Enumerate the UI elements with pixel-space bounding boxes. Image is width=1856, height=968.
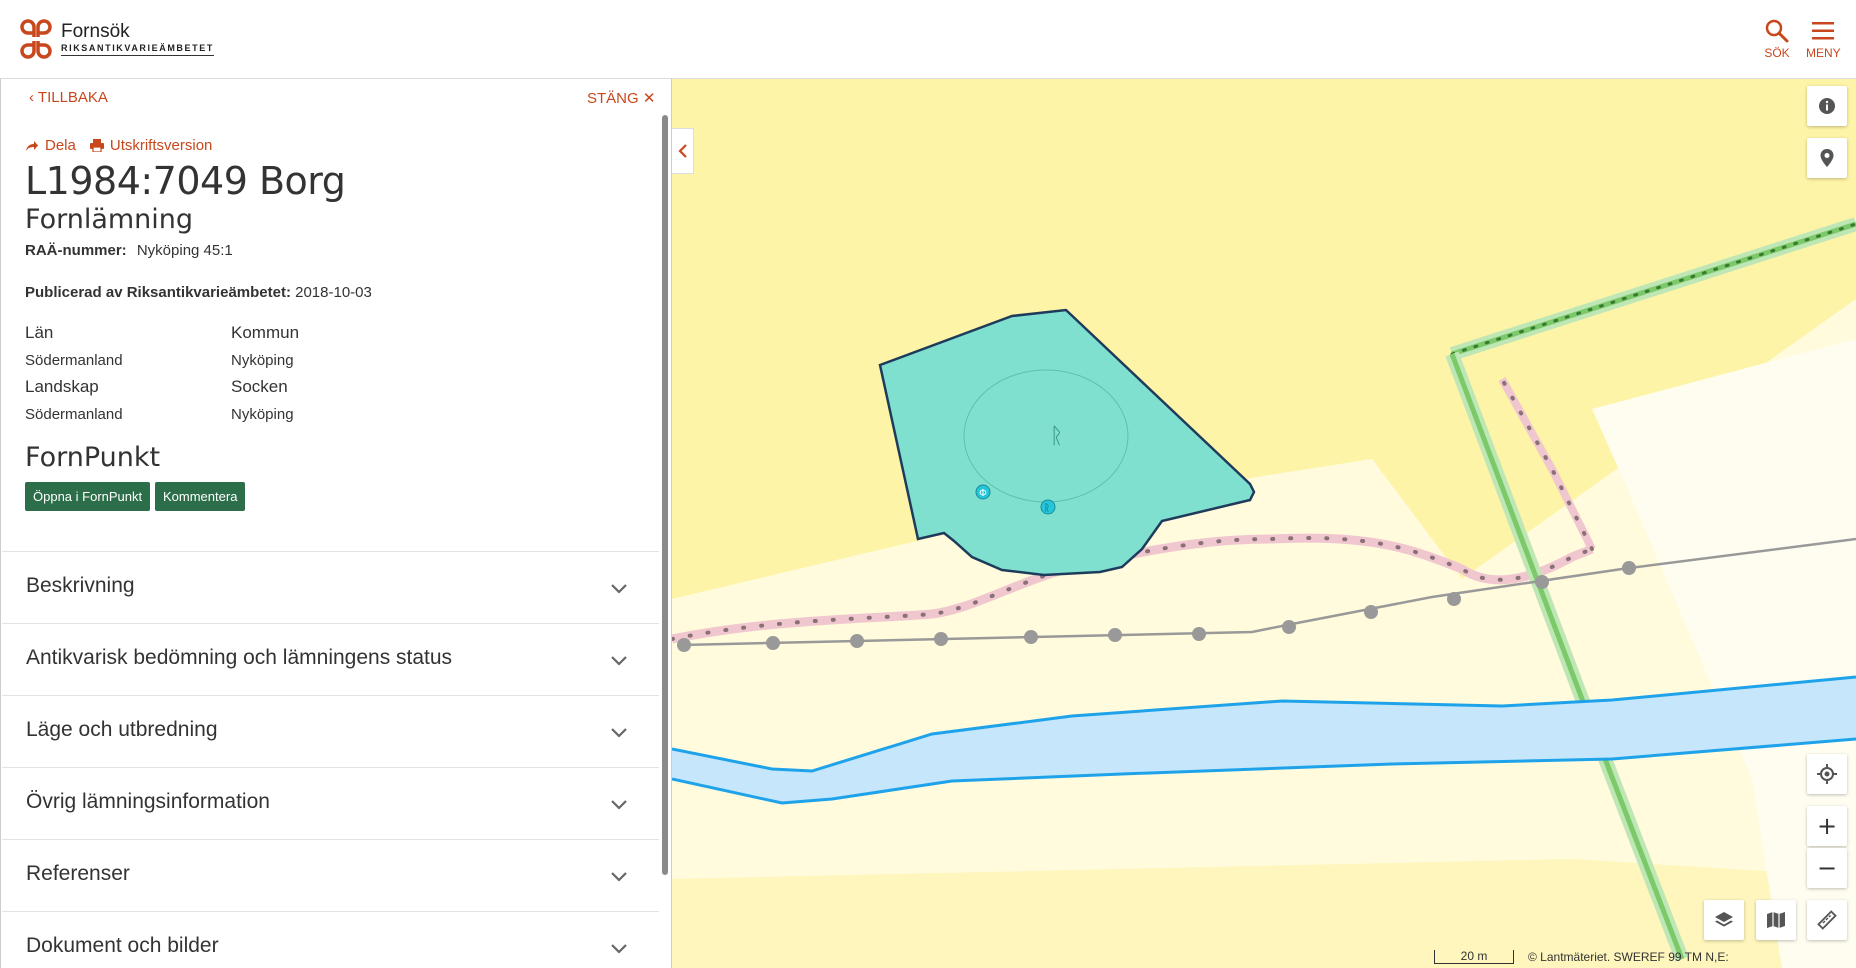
detail-panel: ‹ TILLBAKA STÄNG ✕ Dela Utskriftsversion… [0, 79, 672, 968]
raa-label: RAÄ-nummer: [25, 242, 127, 259]
printer-icon [89, 139, 104, 152]
zoom-in-button[interactable]: + [1807, 806, 1847, 846]
location-pin-icon [1820, 149, 1834, 167]
accordion-antikvarisk[interactable]: Antikvarisk bedömning och lämningens sta… [2, 623, 659, 695]
share-label: Dela [45, 137, 76, 154]
published-value: 2018-10-03 [295, 284, 372, 301]
zoom-out-icon: − [1816, 854, 1838, 882]
published-info: Publicerad av Riksantikvarieämbetet: 201… [25, 284, 372, 301]
map-attribution: © Lantmäteriet. SWEREF 99 TM N,E: [1528, 950, 1729, 964]
print-link[interactable]: Utskriftsversion [89, 137, 213, 154]
point-marker-symbol: Φ [979, 488, 987, 499]
logo-subtitle: RIKSANTIKVARIEÄMBETET [61, 43, 214, 56]
chevron-left-icon [677, 144, 687, 158]
lan-value: Södermanland [25, 352, 123, 369]
accordion-dokument[interactable]: Dokument och bilder [2, 911, 659, 968]
search-button[interactable]: SÖK [1764, 18, 1790, 60]
chevron-left-icon: ‹ [29, 89, 34, 106]
search-icon [1765, 19, 1789, 43]
measure-button[interactable] [1807, 900, 1847, 940]
accordion-beskrivning[interactable]: Beskrivning [2, 551, 659, 623]
crosshair-icon [1817, 764, 1837, 784]
fornsok-logo-icon [20, 19, 52, 59]
map-icon [1767, 912, 1785, 928]
accordion-ovrig[interactable]: Övrig lämningsinformation [2, 767, 659, 839]
accordion-label: Dokument och bilder [26, 934, 219, 957]
accordion-referenser[interactable]: Referenser [2, 839, 659, 911]
fornpunkt-heading: FornPunkt [25, 442, 161, 473]
raa-number: RAÄ-nummer: Nyköping 45:1 [25, 242, 233, 259]
chevron-down-icon [611, 800, 627, 810]
page-subtitle: Fornlämning [25, 204, 194, 235]
map-canvas[interactable]: ᚱ Φ ᚱ [672, 79, 1856, 968]
logo-title: Fornsök [61, 21, 130, 42]
hamburger-icon [1812, 22, 1835, 40]
kommun-label: Kommun [231, 323, 300, 342]
accordion-label: Övrig lämningsinformation [26, 790, 270, 813]
chevron-down-icon [611, 944, 627, 954]
layers-button[interactable] [1704, 900, 1744, 940]
chevron-down-icon [611, 584, 627, 594]
kommun-value: Nyköping [231, 352, 294, 369]
socken-label: Socken [231, 377, 288, 396]
lan-label: Län [25, 323, 54, 342]
back-link[interactable]: ‹ TILLBAKA [29, 89, 108, 106]
page-title: L1984:7049 Borg [25, 159, 346, 203]
menu-button[interactable]: MENY [1806, 18, 1841, 60]
ruler-icon [1817, 910, 1837, 930]
socken-value: Nyköping [231, 406, 294, 423]
my-location-button[interactable] [1807, 754, 1847, 794]
panel-scrollbar[interactable] [662, 115, 668, 875]
fornsok-logo[interactable]: Fornsök RIKSANTIKVARIEÄMBETET [15, 18, 214, 60]
chevron-down-icon [611, 728, 627, 738]
share-icon [26, 140, 38, 151]
basemap-button[interactable] [1756, 900, 1796, 940]
published-label: Publicerad av Riksantikvarieämbetet: [25, 284, 291, 301]
raa-value: Nyköping 45:1 [136, 242, 233, 259]
point-marker-symbol: ᚱ [1044, 503, 1050, 514]
location-pin-button[interactable] [1807, 138, 1847, 178]
info-icon [1819, 98, 1835, 114]
chevron-down-icon [611, 872, 627, 882]
accordion-label: Referenser [26, 862, 130, 885]
share-link[interactable]: Dela [25, 137, 76, 154]
map-drawing: ᚱ Φ ᚱ [672, 79, 1856, 968]
scale-bar: 20 m [1434, 950, 1514, 964]
close-link[interactable]: STÄNG ✕ [587, 89, 655, 107]
collapse-panel-button[interactable] [672, 128, 694, 174]
zoom-out-button[interactable]: − [1807, 848, 1847, 888]
open-fornpunkt-button[interactable]: Öppna i FornPunkt [25, 482, 151, 511]
landskap-label: Landskap [25, 377, 99, 396]
close-label: STÄNG [587, 90, 639, 107]
back-label: TILLBAKA [37, 89, 108, 106]
comment-button[interactable]: Kommentera [155, 482, 246, 511]
info-button[interactable] [1807, 86, 1847, 126]
accordion-lage[interactable]: Läge och utbredning [2, 695, 659, 767]
menu-label: MENY [1806, 46, 1841, 60]
accordion-label: Läge och utbredning [26, 718, 218, 741]
zoom-in-icon: + [1816, 812, 1838, 840]
landskap-value: Södermanland [25, 406, 123, 423]
top-bar: Fornsök RIKSANTIKVARIEÄMBETET SÖK MENY [0, 0, 1856, 79]
accordion-label: Antikvarisk bedömning och lämningens sta… [26, 646, 453, 669]
accordion-label: Beskrivning [26, 574, 135, 597]
search-label: SÖK [1764, 46, 1790, 60]
chevron-down-icon [611, 656, 627, 666]
close-icon: ✕ [642, 90, 656, 107]
layers-icon [1715, 912, 1733, 927]
rune-mark-icon: ᚱ [1050, 424, 1063, 449]
print-label: Utskriftsversion [109, 137, 213, 154]
